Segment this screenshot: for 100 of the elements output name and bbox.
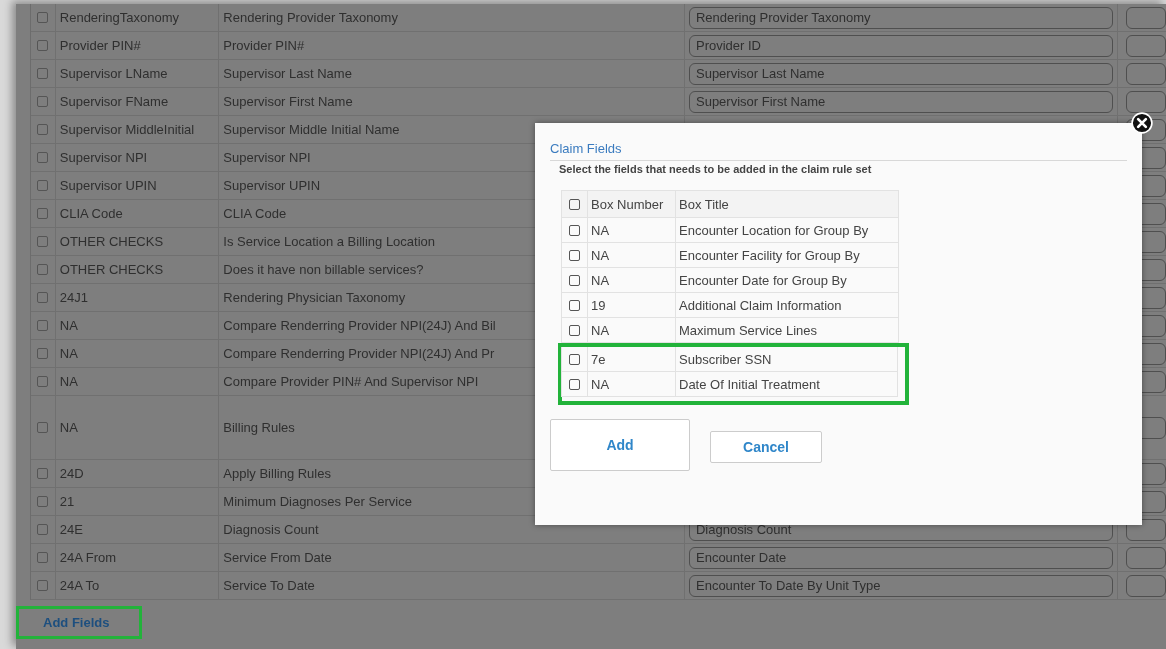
cancel-button[interactable]: Cancel bbox=[710, 431, 822, 463]
table-cell: NA bbox=[591, 322, 610, 338]
table-cell: Provider PIN# bbox=[223, 38, 305, 53]
table-cell: Supervisor Middle Initial Name bbox=[223, 122, 400, 137]
table-cell: NA bbox=[59, 318, 78, 333]
table-cell: NA bbox=[591, 247, 610, 263]
table-cell: Supervisor MiddleInitial bbox=[59, 122, 195, 137]
checkbox[interactable] bbox=[569, 353, 580, 365]
table-cell: Compare Renderring Provider NPI(24J) And Bil bbox=[223, 318, 496, 333]
table-cell: Compare Provider PIN# And Supervisor NPI bbox=[223, 374, 479, 389]
table-cell: Subscriber SSN bbox=[679, 351, 772, 367]
checkbox[interactable] bbox=[37, 524, 49, 535]
table-cell: Encounter Location for Group By bbox=[679, 222, 869, 238]
checkbox[interactable] bbox=[37, 208, 49, 219]
checkbox[interactable] bbox=[569, 224, 580, 236]
table-cell: NA bbox=[59, 374, 78, 389]
table-cell: NA bbox=[59, 420, 78, 435]
checkbox[interactable] bbox=[37, 12, 49, 23]
checkbox[interactable] bbox=[37, 264, 49, 275]
table-cell: NA bbox=[591, 376, 610, 392]
checkbox[interactable] bbox=[37, 96, 49, 107]
checkbox[interactable] bbox=[37, 152, 49, 163]
table-cell: Apply Billing Rules bbox=[223, 466, 331, 481]
text-field[interactable] bbox=[1126, 546, 1166, 569]
table-cell: OTHER CHECKS bbox=[59, 234, 164, 249]
text-field[interactable] bbox=[1126, 62, 1166, 85]
table-cell: Minimum Diagnoses Per Service bbox=[223, 494, 412, 509]
table-cell: Supervisor NPI bbox=[223, 150, 311, 165]
table-cell: Supervisor UPIN bbox=[223, 178, 321, 193]
text-field[interactable] bbox=[1126, 90, 1166, 113]
checkbox[interactable] bbox=[37, 320, 49, 331]
checkbox[interactable] bbox=[37, 468, 49, 479]
table-cell: 24J1 bbox=[59, 290, 88, 305]
table-cell: Compare Renderring Provider NPI(24J) And Pr bbox=[223, 346, 495, 361]
text-field[interactable]: Supervisor First Name bbox=[689, 90, 1113, 113]
text-field[interactable] bbox=[1126, 6, 1166, 29]
checkbox[interactable] bbox=[37, 180, 49, 191]
checkbox[interactable] bbox=[37, 40, 49, 51]
table-cell: Does it have non billable services? bbox=[223, 262, 424, 277]
checkbox[interactable] bbox=[569, 274, 580, 286]
text-field[interactable]: Provider ID bbox=[689, 34, 1113, 57]
table-cell: Supervisor First Name bbox=[223, 94, 353, 109]
close-icon[interactable] bbox=[1131, 112, 1153, 134]
table-cell: Supervisor FName bbox=[59, 94, 169, 109]
checkbox[interactable] bbox=[37, 422, 49, 433]
text-field[interactable] bbox=[1126, 574, 1166, 597]
text-field[interactable]: Rendering Provider Taxonomy bbox=[689, 6, 1113, 29]
table-cell: CLIA Code bbox=[223, 206, 287, 221]
table-cell: NA bbox=[59, 346, 78, 361]
table-cell: CLIA Code bbox=[59, 206, 123, 221]
checkbox[interactable] bbox=[37, 376, 49, 387]
checkbox[interactable] bbox=[569, 249, 580, 261]
text-field[interactable]: Supervisor Last Name bbox=[689, 62, 1113, 85]
table-cell: Additional Claim Information bbox=[679, 297, 842, 313]
add-button[interactable]: Add bbox=[550, 419, 690, 471]
table-cell: Rendering Physician Taxonomy bbox=[223, 290, 406, 305]
table-cell: Date Of Initial Treatment bbox=[679, 376, 820, 392]
table-cell: 24A To bbox=[59, 578, 100, 593]
table-cell: Supervisor UPIN bbox=[59, 178, 157, 193]
checkbox[interactable] bbox=[37, 552, 49, 563]
table-cell: 19 bbox=[591, 297, 606, 313]
checkbox[interactable] bbox=[37, 236, 49, 247]
checkbox[interactable] bbox=[37, 496, 49, 507]
table-cell: Encounter Facility for Group By bbox=[679, 247, 860, 263]
text-field[interactable] bbox=[1126, 34, 1166, 57]
text-field[interactable]: Encounter To Date By Unit Type bbox=[689, 574, 1113, 597]
table-cell: Rendering Provider Taxonomy bbox=[223, 10, 398, 25]
checkbox[interactable] bbox=[569, 299, 580, 311]
text-field[interactable]: Encounter Date bbox=[689, 546, 1113, 569]
checkbox[interactable] bbox=[37, 68, 49, 79]
checkbox[interactable] bbox=[569, 378, 580, 390]
checkbox[interactable] bbox=[569, 198, 580, 210]
table-cell: Maximum Service Lines bbox=[679, 322, 817, 338]
checkbox[interactable] bbox=[37, 292, 49, 303]
table-cell: 7e bbox=[591, 351, 606, 367]
column-header: Box Title bbox=[679, 196, 729, 212]
table-cell: 21 bbox=[59, 494, 75, 509]
table-cell: RenderingTaxonomy bbox=[59, 10, 179, 25]
checkbox[interactable] bbox=[37, 580, 49, 591]
add-fields-button[interactable]: Add Fields bbox=[16, 606, 143, 639]
table-cell: Encounter Date for Group By bbox=[679, 272, 847, 288]
table-cell: 24D bbox=[59, 466, 84, 481]
table-cell: Service From Date bbox=[223, 550, 332, 565]
table-cell: Supervisor NPI bbox=[59, 150, 148, 165]
checkbox[interactable] bbox=[37, 124, 49, 135]
table-cell: Is Service Location a Billing Location bbox=[223, 234, 436, 249]
table-cell: Diagnosis Count bbox=[223, 522, 319, 537]
table-cell: NA bbox=[591, 222, 610, 238]
table-cell: Service To Date bbox=[223, 578, 315, 593]
table-cell: Supervisor Last Name bbox=[223, 66, 352, 81]
dialog-title: Claim Fields bbox=[550, 137, 1127, 161]
dialog-instructions: Select the fields that needs to be added in the claim rule set bbox=[558, 162, 873, 175]
checkbox[interactable] bbox=[569, 324, 580, 336]
table-cell: 24A From bbox=[59, 550, 117, 565]
table-cell: Provider PIN# bbox=[59, 38, 141, 53]
table-cell: OTHER CHECKS bbox=[59, 262, 164, 277]
column-header: Box Number bbox=[591, 196, 664, 212]
checkbox[interactable] bbox=[37, 348, 49, 359]
table-cell: NA bbox=[591, 272, 610, 288]
table-cell: Supervisor LName bbox=[59, 66, 168, 81]
